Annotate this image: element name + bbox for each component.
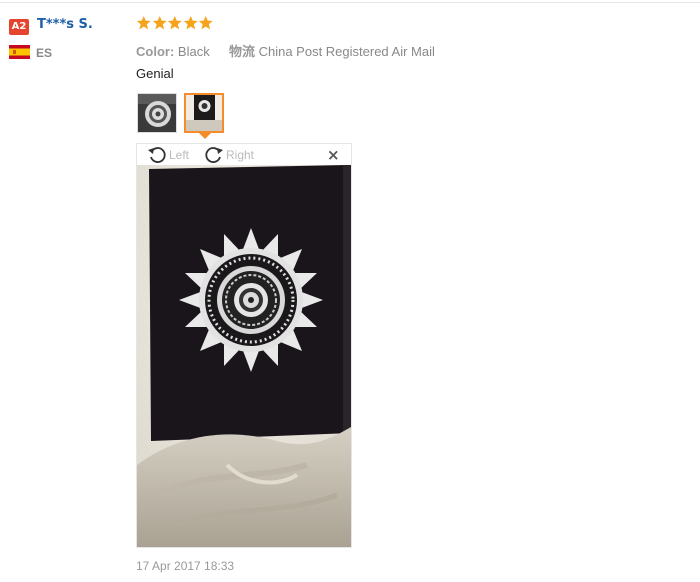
review-comment: Genial xyxy=(136,66,174,81)
tapestry-thumbnail-image xyxy=(186,95,222,131)
buyer-level-badge: A2 xyxy=(9,19,29,35)
star-icon xyxy=(136,16,151,30)
selected-thumbnail-pointer xyxy=(199,133,211,139)
star-icon xyxy=(167,16,182,30)
buyer-country: ES xyxy=(36,46,53,60)
rotate-left-icon xyxy=(148,147,166,163)
star-rating xyxy=(136,15,214,33)
rotate-right-button[interactable]: Right xyxy=(204,145,254,165)
viewer-toolbar: Left Right × xyxy=(137,144,351,164)
star-icon xyxy=(183,16,198,30)
rotate-left-label: Left xyxy=(169,148,190,162)
review-date: 17 Apr 2017 18:33 xyxy=(136,559,235,573)
buyer-name: T***s S. xyxy=(37,17,93,32)
color-label: Color: xyxy=(136,44,175,59)
rotate-left-button[interactable]: Left xyxy=(147,145,189,165)
photo-viewer: Left Right × xyxy=(136,143,352,548)
color-value: Black xyxy=(177,44,210,59)
mandala-thumbnail-image xyxy=(138,94,176,132)
close-viewer-button[interactable]: × xyxy=(327,146,340,164)
divider xyxy=(0,2,700,3)
review-photo-thumbnail-selected[interactable] xyxy=(184,93,224,133)
rotate-right-label: Right xyxy=(226,148,255,162)
review-photo-thumbnail[interactable] xyxy=(137,93,177,133)
spain-flag-icon xyxy=(9,45,30,59)
shipping-value: China Post Registered Air Mail xyxy=(258,44,435,59)
star-icon xyxy=(198,16,213,30)
star-icon xyxy=(152,16,167,30)
shipping-label: 物流 xyxy=(228,44,255,59)
enlarged-review-photo xyxy=(137,165,351,547)
rotate-right-icon xyxy=(205,147,223,163)
review-attributes: Color: Black 物流 China Post Registered Ai… xyxy=(136,41,435,60)
